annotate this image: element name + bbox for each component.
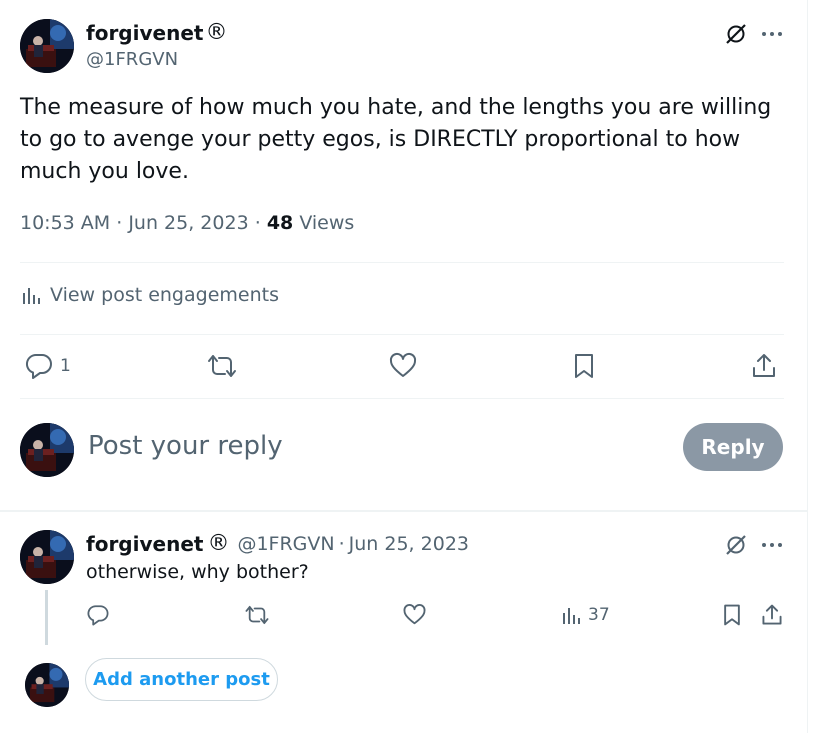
more-icon[interactable]: [758, 531, 786, 559]
post-date[interactable]: Jun 25, 2023: [128, 212, 248, 234]
author-name[interactable]: forgivenet: [86, 21, 203, 45]
reply-button[interactable]: [86, 603, 110, 627]
reply-text: otherwise, why bother?: [86, 561, 309, 583]
add-post-avatar[interactable]: [25, 663, 69, 707]
reply-icon: [25, 353, 52, 379]
like-button[interactable]: [388, 352, 418, 380]
author-name-row[interactable]: forgivenet ®: [86, 20, 227, 45]
view-engagements-link[interactable]: View post engagements: [20, 284, 279, 306]
like-button[interactable]: [402, 603, 427, 627]
post-text: The measure of how much you hate, and th…: [20, 95, 772, 184]
reply-submit-button[interactable]: Reply: [683, 423, 783, 471]
registered-symbol: ®: [207, 531, 230, 556]
reply-button[interactable]: 1: [24, 352, 71, 380]
like-icon: [389, 352, 417, 377]
post-meta: 10:53 AM · Jun 25, 2023 · 48 Views: [20, 212, 355, 234]
views-button[interactable]: 37: [560, 604, 610, 626]
grok-icon[interactable]: [722, 20, 750, 48]
add-another-post-button[interactable]: Add another post: [85, 658, 278, 701]
bookmark-icon: [575, 354, 593, 378]
composer-avatar[interactable]: [20, 423, 74, 477]
analytics-icon: [23, 288, 40, 304]
reply-author-name[interactable]: forgivenet: [86, 532, 203, 556]
views-label: Views: [299, 212, 355, 234]
reply-icon: [87, 605, 109, 626]
repost-button[interactable]: [244, 603, 270, 627]
share-icon: [753, 354, 775, 377]
bookmark-icon: [724, 604, 740, 626]
thread-line: [45, 590, 48, 645]
avatar-image: [20, 423, 74, 477]
share-icon: [762, 604, 782, 625]
section-divider: [0, 510, 808, 512]
avatar-image: [20, 19, 74, 73]
reply-date[interactable]: Jun 25, 2023: [349, 533, 469, 555]
avatar[interactable]: [20, 19, 74, 73]
like-icon: [403, 604, 426, 625]
repost-button[interactable]: [206, 352, 238, 380]
share-button[interactable]: [760, 603, 784, 627]
reply-views-count: 37: [588, 605, 610, 625]
divider: [20, 398, 784, 399]
divider: [20, 262, 784, 263]
analytics-icon: [563, 608, 580, 624]
reply-header: forgivenet ® @1FRGVN · Jun 25, 2023: [86, 531, 469, 556]
more-icon[interactable]: [758, 20, 786, 48]
divider: [20, 334, 784, 335]
engagements-label: View post engagements: [50, 284, 279, 306]
grok-icon[interactable]: [722, 531, 750, 559]
bookmark-button[interactable]: [570, 352, 598, 380]
post-column: forgivenet ® @1FRGVN The measure of how …: [0, 0, 808, 733]
author-handle[interactable]: @1FRGVN: [86, 49, 178, 70]
retweet-icon: [208, 355, 236, 377]
post-time[interactable]: 10:53 AM: [20, 212, 110, 234]
reply-input[interactable]: Post your reply: [88, 431, 283, 461]
bookmark-button[interactable]: [720, 603, 744, 627]
share-button[interactable]: [750, 352, 778, 380]
avatar-image: [25, 663, 69, 707]
reply-author-handle[interactable]: @1FRGVN: [237, 533, 334, 555]
reply-avatar[interactable]: [20, 530, 74, 584]
views-count: 48: [266, 212, 294, 234]
retweet-icon: [245, 605, 269, 625]
reply-count: 1: [60, 356, 71, 376]
registered-symbol: ®: [205, 20, 228, 45]
avatar-image: [20, 530, 74, 584]
